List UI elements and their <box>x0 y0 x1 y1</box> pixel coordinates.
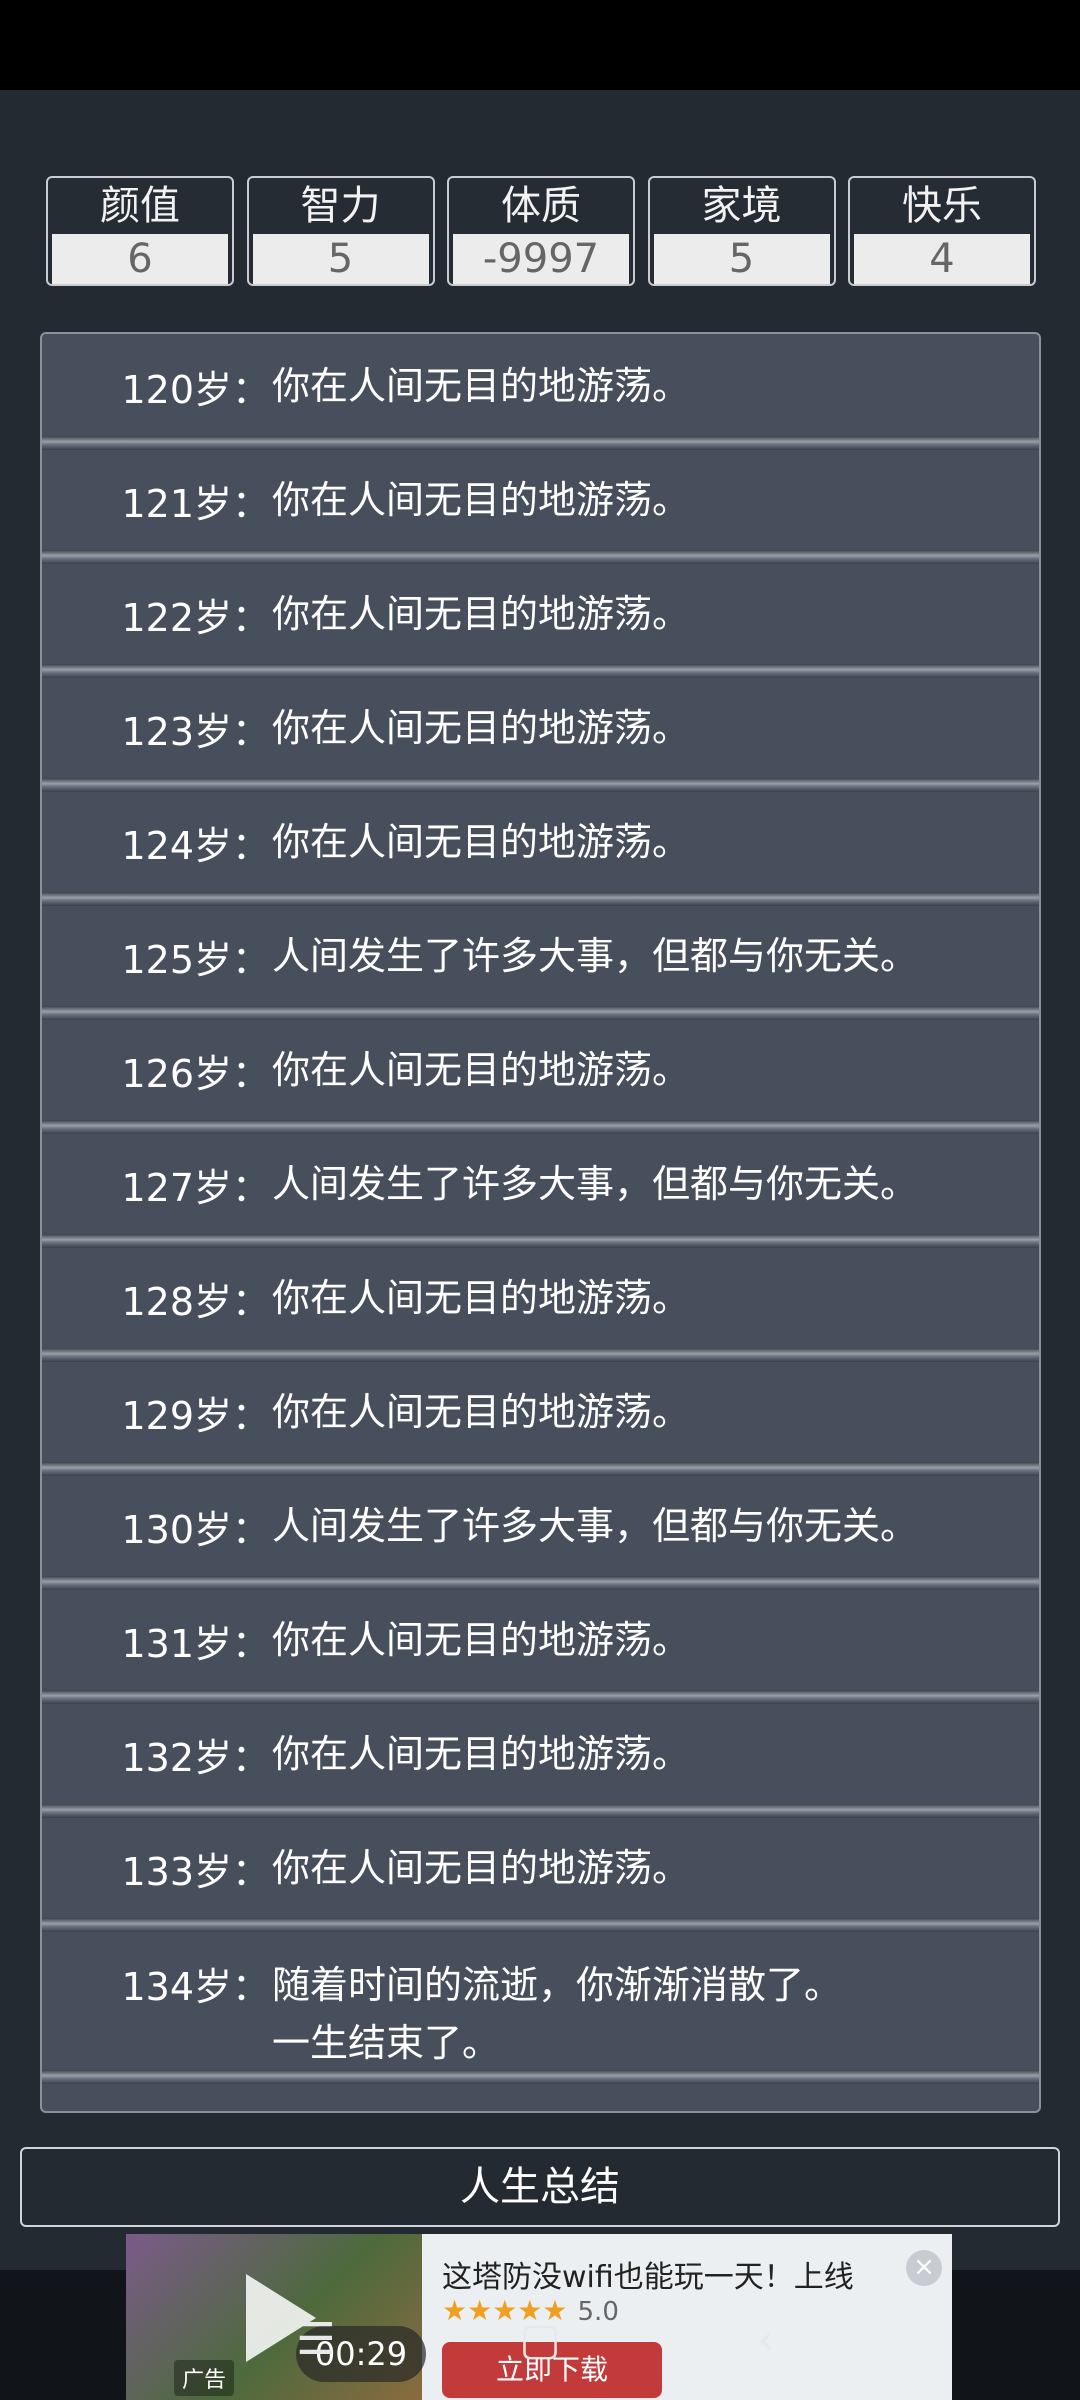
log-row: 122岁： 你在人间无目的地游荡。 <box>42 562 1039 678</box>
life-event-log[interactable]: 120岁： 你在人间无目的地游荡。 121岁： 你在人间无目的地游荡。 122岁：你… <box>40 332 1041 2113</box>
log-age: 128岁： <box>121 1279 270 1324</box>
log-age: 121岁： <box>121 481 270 526</box>
log-row: 132岁： 你在人间无目的地游荡。 <box>42 1702 1039 1818</box>
log-age: 129岁： <box>121 1393 270 1438</box>
log-row: 127岁： 人间发生了许多大事，但都与你无关。 <box>42 1132 1039 1248</box>
log-row: 133岁： 你在人间无目的地游荡。 <box>42 1816 1039 1932</box>
log-text: 你在人间无目的地游荡。 <box>272 364 691 408</box>
close-icon[interactable]: × <box>906 2250 942 2286</box>
log-text-line: 一生结束了。 <box>272 2021 501 2065</box>
home-icon[interactable]: ▢ <box>510 2310 570 2370</box>
attr-value: 6 <box>50 234 230 284</box>
log-text: 你在人间无目的地游荡。 <box>272 478 691 522</box>
log-row: 130岁： 人间发生了许多大事，但都与你无关。 <box>42 1474 1039 1590</box>
menu-icon[interactable]: ☰ <box>286 2310 346 2370</box>
log-text: 你在人间无目的地游荡。 <box>272 1048 691 1092</box>
attr-constitution: 体质 -9997 <box>447 176 635 286</box>
attr-label: 智力 <box>300 183 381 229</box>
log-text: 你在人间无目的地游荡。 <box>272 592 691 636</box>
attr-family: 家境 5 <box>647 176 836 286</box>
log-row: 128岁： 你在人间无目的地游荡。 <box>42 1246 1039 1362</box>
attr-intelligence: 智力 5 <box>246 176 435 286</box>
log-age: 133岁： <box>121 1849 270 1894</box>
attr-value: 4 <box>852 234 1032 284</box>
attr-label: 体质 <box>501 183 581 229</box>
log-age: 131岁： <box>121 1621 270 1666</box>
log-age: 130岁： <box>121 1507 270 1552</box>
log-age: 132岁： <box>121 1735 270 1780</box>
ad-title: 这塔防没wifi也能玩一天！上线 <box>442 2260 854 2295</box>
log-row: 123岁： 你在人间无目的地游荡。 <box>42 676 1039 792</box>
log-row: 124岁： 你在人间无目的地游荡。 <box>42 790 1039 906</box>
log-text-line: 随着时间的流逝，你渐渐消散了。 <box>272 1963 843 2007</box>
log-age: 122岁： <box>121 595 270 640</box>
log-age: 134岁： <box>121 1965 270 2009</box>
attr-label: 颜值 <box>100 183 180 229</box>
log-age: 126岁： <box>121 1051 270 1096</box>
log-text: 你在人间无目的地游荡。 <box>272 820 691 864</box>
back-icon[interactable]: ‹ <box>736 2310 796 2370</box>
log-text: 你在人间无目的地游荡。 <box>272 1618 691 1662</box>
log-row: 125岁： 人间发生了许多大事，但都与你无关。 <box>42 904 1039 1020</box>
log-row: 120岁： 你在人间无目的地游荡。 <box>42 334 1039 450</box>
log-age: 124岁： <box>121 823 270 868</box>
attr-happiness: 快乐 4 <box>848 176 1036 286</box>
log-text: 人间发生了许多大事，但都与你无关。 <box>272 1504 919 1548</box>
log-text: 你在人间无目的地游荡。 <box>272 1846 691 1890</box>
attr-value: 5 <box>250 234 431 284</box>
log-text: 你在人间无目的地游荡。 <box>272 706 691 750</box>
log-text: 你在人间无目的地游荡。 <box>272 1390 691 1434</box>
log-row: 134岁： 随着时间的流逝，你渐渐消散了。 一生结束了。 <box>42 1930 1039 2084</box>
attr-label: 快乐 <box>902 183 982 229</box>
attribute-bar: 颜值 6 智力 5 体质 -9997 家境 5 快乐 4 <box>46 176 1036 286</box>
log-text: 随着时间的流逝，你渐渐消散了。 一生结束了。 <box>272 1956 1039 2072</box>
log-text: 你在人间无目的地游荡。 <box>272 1276 691 1320</box>
log-text: 人间发生了许多大事，但都与你无关。 <box>272 934 919 978</box>
log-row: 129岁： 你在人间无目的地游荡。 <box>42 1360 1039 1476</box>
log-text: 你在人间无目的地游荡。 <box>272 1732 691 1776</box>
log-age: 120岁： <box>121 367 270 412</box>
log-text: 人间发生了许多大事，但都与你无关。 <box>272 1162 919 1206</box>
attr-label: 家境 <box>701 183 782 229</box>
ad-rating-value: 5.0 <box>577 2297 619 2327</box>
log-row: 131岁： 你在人间无目的地游荡。 <box>42 1588 1039 1704</box>
log-age: 123岁： <box>121 709 270 754</box>
attr-value: 5 <box>651 234 832 284</box>
attr-appearance: 颜值 6 <box>46 176 234 286</box>
log-age: 127岁： <box>121 1165 270 1210</box>
status-bar <box>0 0 1080 90</box>
life-summary-button[interactable]: 人生总结 <box>20 2147 1060 2227</box>
attr-value: -9997 <box>451 234 631 284</box>
log-row: 121岁： 你在人间无目的地游荡。 <box>42 448 1039 564</box>
ad-label: 广告 <box>174 2360 235 2396</box>
log-row: 126岁： 你在人间无目的地游荡。 <box>42 1018 1039 1134</box>
log-age: 125岁： <box>121 937 270 982</box>
